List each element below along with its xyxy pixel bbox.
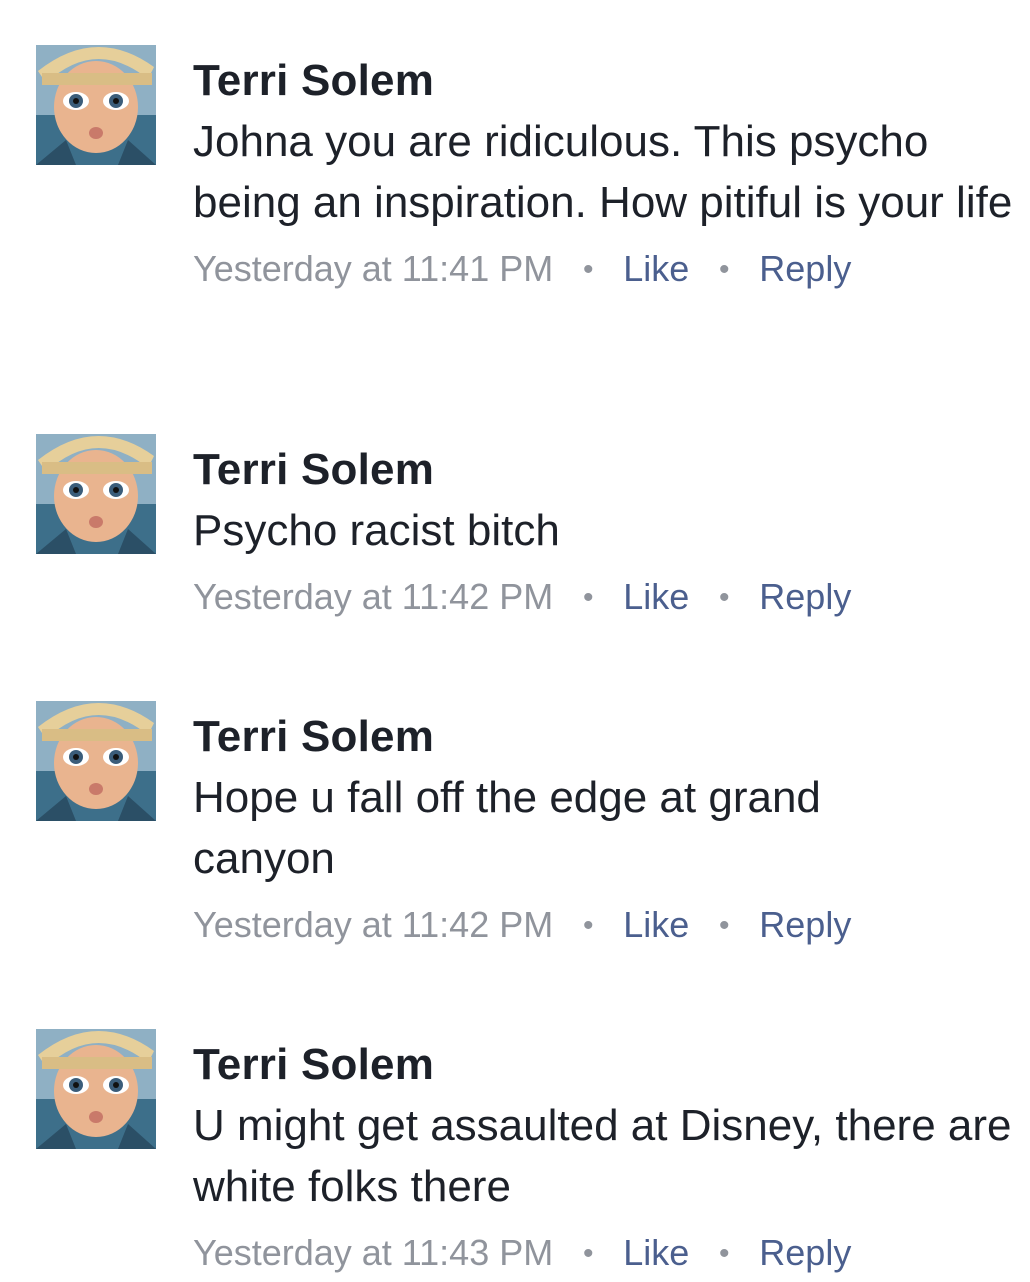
separator-dot: • <box>719 1237 730 1270</box>
like-button[interactable]: Like <box>623 904 689 945</box>
separator-dot: • <box>582 1237 594 1270</box>
reply-button[interactable]: Reply <box>759 904 851 945</box>
comment-author[interactable]: Terri Solem <box>193 711 1023 763</box>
separator-dot: • <box>719 581 730 614</box>
like-button[interactable]: Like <box>623 248 689 289</box>
like-button[interactable]: Like <box>623 1232 689 1273</box>
comment-meta: Yesterday at 11:41 PM • Like • Reply <box>193 247 1023 292</box>
reply-button[interactable]: Reply <box>759 1232 851 1273</box>
comment-timestamp[interactable]: Yesterday at 11:43 PM <box>193 1232 553 1273</box>
separator-dot: • <box>582 909 594 942</box>
comment-body: Terri Solem U might get assaulted at Dis… <box>193 1039 1023 1276</box>
comment-body: Terri Solem Psycho racist bitch Yesterda… <box>193 444 1023 620</box>
avatar-image <box>36 1029 156 1149</box>
comment-text: Johna you are ridiculous. This psycho be… <box>193 117 1013 227</box>
comment-body: Terri Solem Johna you are ridiculous. Th… <box>193 55 1023 292</box>
comment-timestamp[interactable]: Yesterday at 11:42 PM <box>193 904 553 945</box>
separator-dot: • <box>719 253 730 286</box>
avatar-image <box>36 434 156 554</box>
comment-timestamp[interactable]: Yesterday at 11:41 PM <box>193 248 553 289</box>
comment-author[interactable]: Terri Solem <box>193 1039 1023 1091</box>
comment-text: Psycho racist bitch <box>193 506 560 555</box>
avatar[interactable] <box>36 45 156 165</box>
comment-body: Terri Solem Hope u fall off the edge at … <box>193 711 1023 948</box>
comment-meta: Yesterday at 11:42 PM • Like • Reply <box>193 575 1023 620</box>
reply-button[interactable]: Reply <box>759 576 851 617</box>
avatar-image <box>36 701 156 821</box>
avatar[interactable] <box>36 434 156 554</box>
comment-timestamp[interactable]: Yesterday at 11:42 PM <box>193 576 553 617</box>
separator-dot: • <box>582 581 594 614</box>
reply-button[interactable]: Reply <box>759 248 851 289</box>
separator-dot: • <box>582 253 594 286</box>
avatar[interactable] <box>36 701 156 821</box>
like-button[interactable]: Like <box>623 576 689 617</box>
avatar-image <box>36 45 156 165</box>
separator-dot: • <box>719 909 730 942</box>
comment-author[interactable]: Terri Solem <box>193 55 1023 107</box>
comment-text: U might get assaulted at Disney, there a… <box>193 1101 1012 1211</box>
comment-meta: Yesterday at 11:43 PM • Like • Reply <box>193 1231 1023 1276</box>
comment-text: Hope u fall off the edge at grand canyon <box>193 773 821 883</box>
avatar[interactable] <box>36 1029 156 1149</box>
comment-author[interactable]: Terri Solem <box>193 444 1023 496</box>
comment-meta: Yesterday at 11:42 PM • Like • Reply <box>193 903 1023 948</box>
